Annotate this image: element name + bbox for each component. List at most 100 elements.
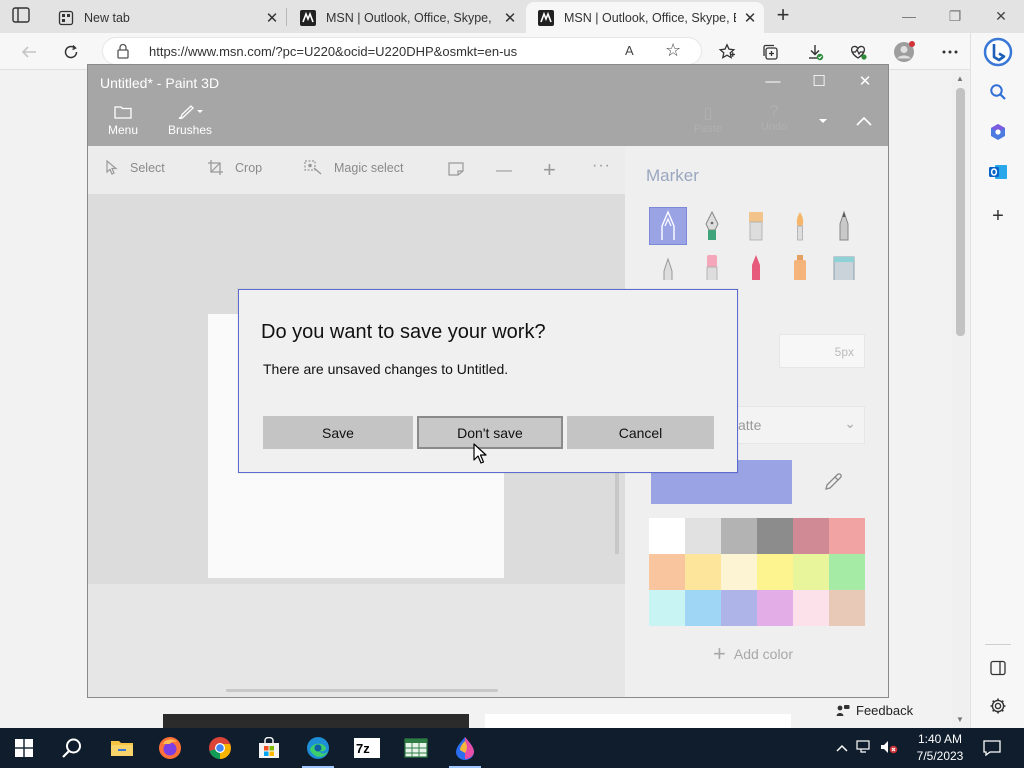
more-tools-icon[interactable]: ··· — [592, 157, 611, 175]
cancel-button[interactable]: Cancel — [567, 416, 714, 449]
refresh-icon[interactable] — [58, 39, 84, 65]
paint-maximize-button[interactable]: ☐ — [796, 71, 842, 93]
color-swatch[interactable] — [685, 518, 721, 554]
paste-button[interactable]: ▯ Paste — [692, 103, 724, 135]
paint3d-button[interactable] — [441, 728, 489, 768]
color-swatch[interactable] — [793, 518, 829, 554]
spray-can-brush[interactable] — [781, 250, 819, 280]
magic-select-tool[interactable]: Magic select — [304, 160, 403, 175]
performance-icon[interactable] — [845, 39, 871, 65]
collections-icon[interactable] — [757, 39, 783, 65]
menu-button[interactable]: Menu — [102, 101, 144, 141]
select-tool[interactable]: Select — [106, 160, 165, 175]
collapse-ribbon-icon[interactable] — [856, 113, 872, 131]
fill-bucket-brush[interactable] — [825, 250, 863, 280]
color-swatch[interactable] — [757, 590, 793, 626]
marker-brush[interactable] — [649, 207, 687, 245]
downloads-icon[interactable] — [802, 39, 828, 65]
oil-brush[interactable] — [737, 207, 775, 245]
tab-close-button[interactable]: ✕ — [496, 9, 524, 27]
outlook-icon[interactable] — [987, 161, 1009, 183]
tab-actions-icon[interactable] — [12, 7, 32, 25]
taskbar-clock[interactable]: 1:40 AM 7/5/2023 — [904, 731, 976, 765]
crop-tool[interactable]: Crop — [208, 160, 262, 175]
paint-close-button[interactable]: ✕ — [842, 71, 888, 93]
crayon-brush[interactable] — [737, 250, 775, 280]
color-swatch[interactable] — [649, 518, 685, 554]
url-text[interactable]: https://www.msn.com/?pc=U220&ocid=U220DH… — [149, 44, 517, 59]
color-swatch[interactable] — [721, 518, 757, 554]
color-swatch[interactable] — [685, 554, 721, 590]
edge-button[interactable] — [294, 728, 342, 768]
lock-icon[interactable] — [117, 43, 129, 64]
chevron-up-icon[interactable] — [836, 741, 848, 755]
search-icon[interactable] — [987, 81, 1009, 103]
color-swatch[interactable] — [721, 590, 757, 626]
color-swatch[interactable] — [829, 554, 865, 590]
settings-gear-icon[interactable] — [987, 695, 1009, 717]
add-sidebar-app-icon[interactable]: + — [987, 205, 1009, 227]
browser-tab-active[interactable]: MSN | Outlook, Office, Skype, Bi ✕ — [526, 2, 764, 33]
color-swatch[interactable] — [685, 590, 721, 626]
brushes-button[interactable]: Brushes — [164, 101, 216, 141]
chrome-button[interactable] — [196, 728, 244, 768]
thickness-input[interactable]: 5px — [779, 334, 865, 368]
page-scrollbar[interactable]: ▲ ▼ — [952, 72, 969, 728]
scrollbar-thumb[interactable] — [956, 88, 965, 336]
color-swatch[interactable] — [757, 554, 793, 590]
tools-icon[interactable] — [987, 121, 1009, 143]
color-swatch[interactable] — [649, 590, 685, 626]
calligraphy-pen-brush[interactable] — [693, 207, 731, 245]
spreadsheet-app-button[interactable] — [392, 728, 440, 768]
more-history-icon[interactable] — [818, 111, 828, 129]
finish-dropdown[interactable]: atte ⌄ — [737, 406, 865, 444]
browser-tab[interactable]: New tab ✕ — [46, 2, 286, 33]
back-arrow-icon[interactable] — [16, 39, 42, 65]
read-aloud-icon[interactable]: A — [625, 43, 634, 58]
browser-minimize-button[interactable]: — — [886, 5, 932, 27]
color-swatch[interactable] — [793, 590, 829, 626]
eraser-brush[interactable] — [693, 250, 731, 280]
paint-minimize-button[interactable]: — — [750, 71, 796, 93]
horizontal-scrollbar[interactable] — [226, 689, 498, 692]
undo-button[interactable]: ? Undo — [756, 103, 792, 133]
browser-close-button[interactable]: ✕ — [978, 5, 1024, 27]
pixel-pen-brush[interactable] — [825, 207, 863, 245]
tab-close-button[interactable]: ✕ — [736, 9, 764, 27]
microsoft-store-button[interactable] — [245, 728, 293, 768]
notification-icon[interactable] — [980, 736, 1004, 760]
zoom-in-icon[interactable]: + — [543, 157, 556, 183]
taskbar-search-button[interactable] — [48, 728, 96, 768]
network-icon[interactable] — [856, 739, 872, 757]
favorites-icon[interactable] — [714, 39, 740, 65]
save-button[interactable]: Save — [263, 416, 413, 449]
color-swatch[interactable] — [757, 518, 793, 554]
color-swatch[interactable] — [829, 518, 865, 554]
dont-save-button[interactable]: Don't save — [417, 416, 563, 449]
color-swatch[interactable] — [649, 554, 685, 590]
eyedropper-icon[interactable] — [805, 460, 861, 504]
color-swatch[interactable] — [721, 554, 757, 590]
news-card[interactable] — [485, 714, 791, 728]
hide-sidebar-icon[interactable] — [987, 657, 1009, 679]
color-swatch[interactable] — [829, 590, 865, 626]
start-button[interactable] — [0, 728, 48, 768]
volume-muted-icon[interactable] — [880, 740, 898, 757]
feedback-button[interactable]: Feedback — [836, 703, 913, 718]
new-tab-button[interactable]: + — [772, 4, 794, 28]
zoom-out-icon[interactable]: — — [496, 162, 512, 180]
sticker-icon[interactable] — [448, 162, 464, 181]
7zip-button[interactable]: 7z — [343, 728, 391, 768]
file-explorer-button[interactable] — [98, 728, 146, 768]
browser-restore-button[interactable]: ❐ — [932, 5, 978, 27]
tab-close-button[interactable]: ✕ — [258, 9, 286, 27]
pencil-brush[interactable] — [649, 250, 687, 280]
more-options-icon[interactable] — [937, 39, 963, 65]
news-card-image[interactable] — [163, 714, 469, 728]
scroll-down-icon[interactable]: ▼ — [956, 715, 964, 724]
favorite-star-icon[interactable]: ☆ — [665, 40, 681, 61]
bing-chat-icon[interactable] — [983, 37, 1013, 67]
browser-tab[interactable]: MSN | Outlook, Office, Skype, Bi ✕ — [288, 2, 524, 33]
profile-avatar[interactable] — [891, 39, 917, 65]
address-bar[interactable]: https://www.msn.com/?pc=U220&ocid=U220DH… — [102, 37, 702, 65]
